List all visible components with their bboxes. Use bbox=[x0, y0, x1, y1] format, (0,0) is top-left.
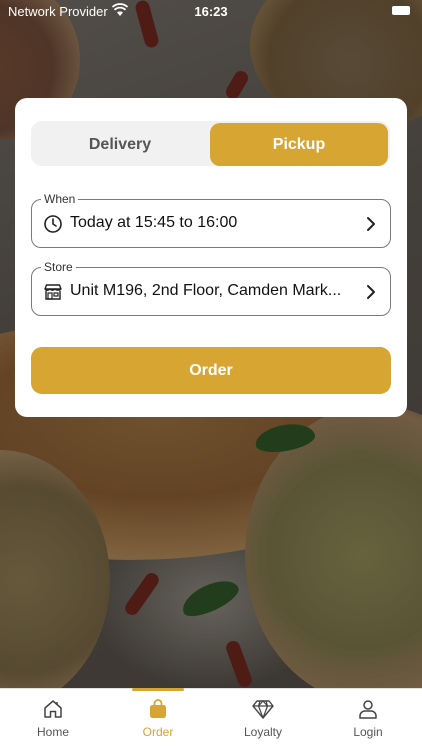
delivery-tab[interactable]: Delivery bbox=[31, 123, 209, 166]
tab-login[interactable]: Login bbox=[326, 689, 410, 750]
order-button[interactable]: Order bbox=[31, 347, 391, 394]
tab-label: Home bbox=[36, 725, 69, 739]
battery-icon bbox=[392, 6, 410, 15]
tab-home[interactable]: Home bbox=[11, 689, 95, 750]
tab-bar: Home Order Loyalty Login bbox=[0, 688, 422, 750]
chevron-right-icon bbox=[367, 285, 375, 299]
order-card: Delivery Pickup When Today at 15:45 to 1… bbox=[15, 98, 407, 417]
tab-order[interactable]: Order bbox=[116, 689, 200, 750]
tab-label: Loyalty bbox=[243, 725, 283, 739]
tab-label: Login bbox=[353, 725, 383, 739]
bag-icon bbox=[150, 699, 166, 718]
store-label: Store bbox=[41, 260, 76, 274]
pickup-tab[interactable]: Pickup bbox=[210, 123, 388, 166]
diamond-icon bbox=[252, 700, 274, 719]
store-field[interactable]: Store Unit M196, 2nd Floor, Camden Mark.… bbox=[31, 260, 391, 316]
home-icon bbox=[44, 700, 62, 718]
tab-loyalty[interactable]: Loyalty bbox=[221, 689, 305, 750]
store-value: Unit M196, 2nd Floor, Camden Mark... bbox=[70, 282, 342, 299]
when-label: When bbox=[41, 192, 79, 206]
chevron-right-icon bbox=[367, 217, 375, 231]
tab-label: Order bbox=[142, 725, 174, 739]
user-icon bbox=[359, 700, 377, 719]
store-icon bbox=[44, 284, 62, 300]
status-bar: Network Provider 16:23 bbox=[0, 0, 422, 22]
when-value: Today at 15:45 to 16:00 bbox=[70, 214, 238, 231]
fulfillment-mode-selector: Delivery Pickup bbox=[31, 121, 390, 166]
clock-icon bbox=[44, 215, 62, 233]
status-time: 16:23 bbox=[194, 4, 228, 19]
when-field[interactable]: When Today at 15:45 to 16:00 bbox=[31, 192, 391, 248]
